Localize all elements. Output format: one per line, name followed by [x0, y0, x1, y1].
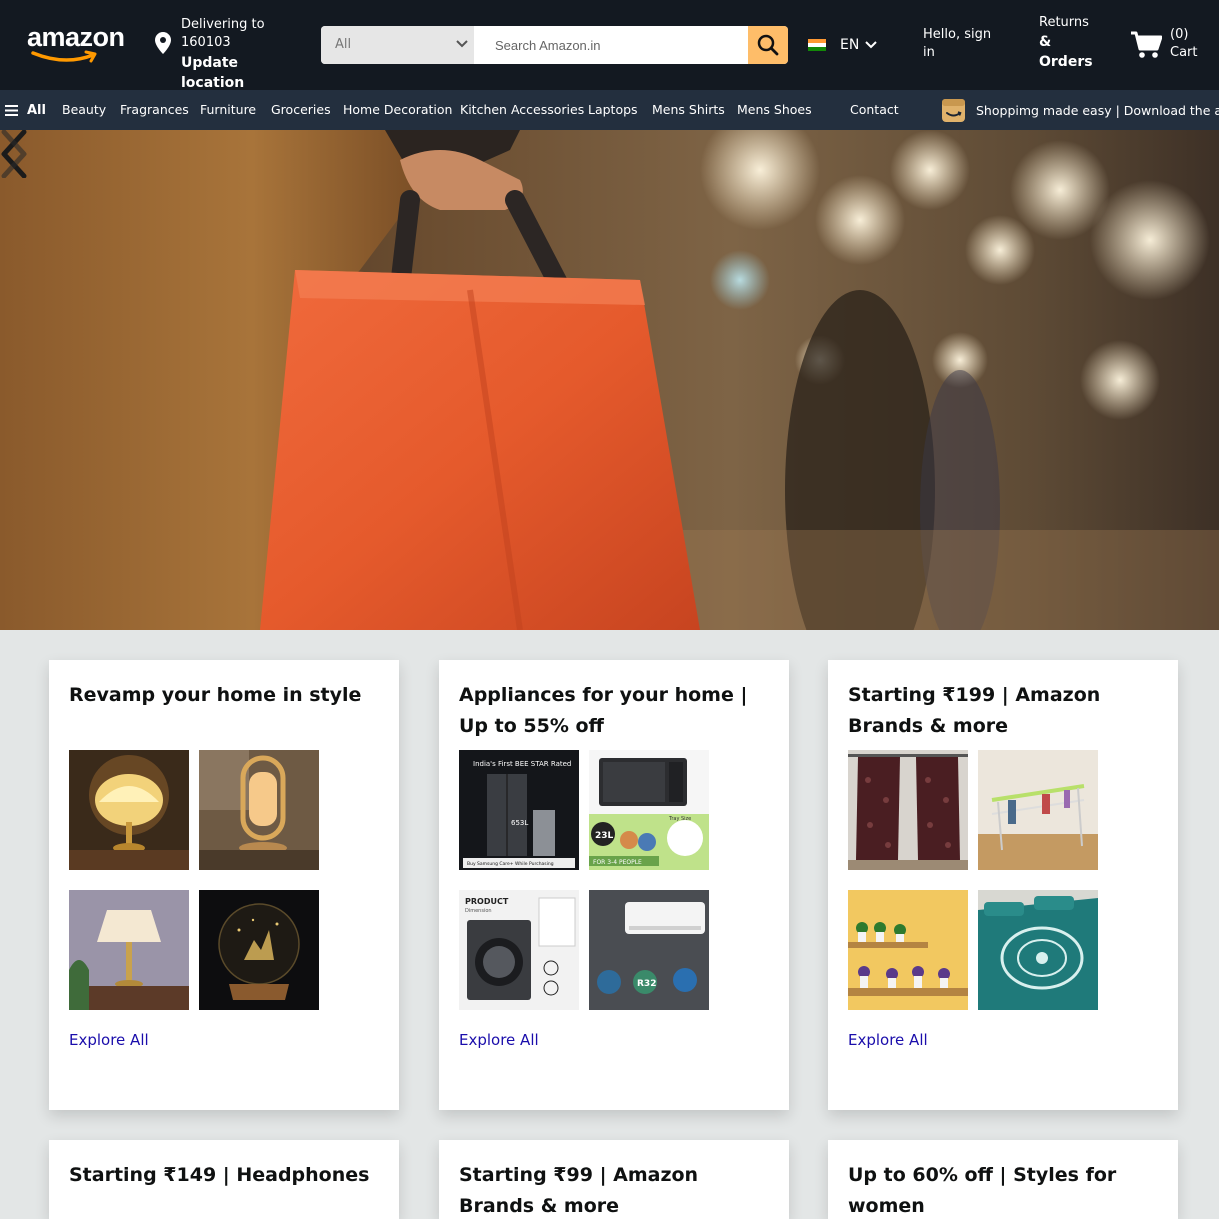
cloth-dryer-icon[interactable]: [978, 750, 1098, 870]
promo-text: Shoppimg made easy | Download the app: [976, 102, 1219, 118]
plant-shelf-icon[interactable]: [848, 890, 968, 1010]
search-category-select[interactable]: All: [321, 26, 474, 64]
all-menu-button[interactable]: All: [5, 90, 46, 130]
cart-count: (0): [1170, 27, 1189, 42]
nav-item-fragrances[interactable]: Fragrances: [120, 90, 189, 130]
cart-icon: [1131, 31, 1162, 58]
card-revamp-home: Revamp your home in style Explore All: [49, 660, 399, 1110]
chevron-down-icon: [456, 40, 468, 48]
delivering-to-label: Delivering to: [181, 17, 265, 32]
amazon-logo[interactable]: amazon: [27, 22, 127, 63]
nav-item-contact[interactable]: Contact: [850, 90, 899, 130]
download-app-promo[interactable]: Shoppimg made easy | Download the app: [941, 96, 1219, 124]
search-category-value: All: [335, 37, 352, 52]
washing-machine-icon[interactable]: PRODUCT Dimension: [459, 890, 579, 1010]
hamburger-icon: [5, 104, 18, 116]
orders-label: Orders: [1039, 54, 1093, 70]
bedside-lamp-icon[interactable]: [69, 890, 189, 1010]
carousel-next-icon[interactable]: [0, 130, 28, 178]
washer-subtitle-text: Dimension: [465, 908, 492, 914]
nav-item-beauty[interactable]: Beauty: [62, 90, 106, 130]
microwave-people-text: FOR 3-4 PEOPLE: [593, 859, 642, 866]
nav-item-home-decoration[interactable]: Home Decoration: [343, 90, 452, 130]
nav-item-mens-shoes[interactable]: Mens Shoes: [737, 90, 812, 130]
card-title: Up to 60% off | Styles for women: [848, 1164, 1117, 1217]
card-appliances: Appliances for your home | Up to 55% off…: [439, 660, 789, 1110]
fridge-banner-text: India's First BEE STAR Rated: [473, 760, 571, 768]
explore-all-link[interactable]: Explore All: [848, 1031, 928, 1049]
card-amazon-brands-199: Starting ₹199 | Amazon Brands & more Exp…: [828, 660, 1178, 1110]
language-code: EN: [840, 37, 860, 53]
ac-badge-text: R32: [637, 979, 656, 989]
table-lamp-icon[interactable]: [69, 750, 189, 870]
nav-bar: All Beauty Fragrances Furniture Grocerie…: [0, 90, 1219, 130]
returns-orders-link[interactable]: Returns & Orders: [1039, 14, 1119, 72]
crystal-ball-lamp-icon[interactable]: [199, 890, 319, 1010]
card-title: Starting ₹149 | Headphones: [69, 1164, 370, 1186]
language-selector[interactable]: EN: [808, 34, 878, 56]
search-input[interactable]: [474, 26, 748, 64]
hero-carousel: [0, 130, 1219, 630]
card-amazon-brands-99: Starting ₹99 | Amazon Brands & more: [439, 1140, 789, 1219]
bedsheet-icon[interactable]: [978, 890, 1098, 1010]
chevron-down-icon: [865, 41, 878, 49]
fridge-capacity-text: 653L: [511, 819, 528, 827]
cart-label: Cart: [1170, 45, 1198, 60]
card-styles-women: Up to 60% off | Styles for women: [828, 1140, 1178, 1219]
card-title: Revamp your home in style: [69, 684, 362, 706]
microwave-tray-text: Tray Size: [668, 816, 691, 822]
ring-lamp-icon[interactable]: [199, 750, 319, 870]
pincode: 160103: [181, 35, 231, 50]
update-location-link[interactable]: Update location: [181, 53, 305, 93]
fridge-footer-text: Buy Samsung Care+ While Purchasing: [467, 861, 554, 867]
explore-all-link[interactable]: Explore All: [459, 1031, 539, 1049]
search-button[interactable]: [748, 26, 788, 64]
location-pin-icon: [155, 32, 171, 54]
hero-shopping-bag-image: [0, 130, 1219, 630]
top-header: amazon Delivering to 160103 Update locat…: [0, 0, 1219, 91]
nav-item-groceries[interactable]: Groceries: [271, 90, 331, 130]
search-icon: [757, 34, 779, 56]
refrigerator-icon[interactable]: India's First BEE STAR Rated 653L Buy Sa…: [459, 750, 579, 870]
logo-text: amazon: [27, 22, 125, 52]
card-headphones: Starting ₹149 | Headphones: [49, 1140, 399, 1219]
explore-all-link[interactable]: Explore All: [69, 1031, 149, 1049]
delivery-location[interactable]: Delivering to 160103 Update location: [155, 16, 305, 91]
amazon-box-icon: [942, 98, 965, 122]
search-bar: All: [321, 26, 788, 64]
card-title: Starting ₹199 | Amazon Brands & more: [848, 684, 1101, 737]
ampersand-label: &: [1039, 34, 1052, 50]
smile-arrow-icon: [31, 50, 97, 63]
card-title: Appliances for your home | Up to 55% off: [459, 684, 748, 737]
nav-item-kitchen-accessories[interactable]: Kitchen Accessories: [460, 90, 584, 130]
nav-item-laptops[interactable]: Laptops: [588, 90, 638, 130]
curtains-icon[interactable]: [848, 750, 968, 870]
all-label: All: [27, 102, 46, 118]
microwave-capacity-text: 23L: [595, 831, 614, 841]
signin-link[interactable]: Hello, sign in: [923, 26, 1003, 62]
microwave-icon[interactable]: Tray Size 23L FOR 3-4 PEOPLE: [589, 750, 709, 870]
air-conditioner-icon[interactable]: R32: [589, 890, 709, 1010]
nav-item-furniture[interactable]: Furniture: [200, 90, 256, 130]
india-flag-icon: [808, 39, 826, 51]
returns-label: Returns: [1039, 15, 1089, 30]
washer-banner-text: PRODUCT: [465, 897, 509, 906]
nav-item-mens-shirts[interactable]: Mens Shirts: [652, 90, 725, 130]
card-title: Starting ₹99 | Amazon Brands & more: [459, 1164, 699, 1217]
